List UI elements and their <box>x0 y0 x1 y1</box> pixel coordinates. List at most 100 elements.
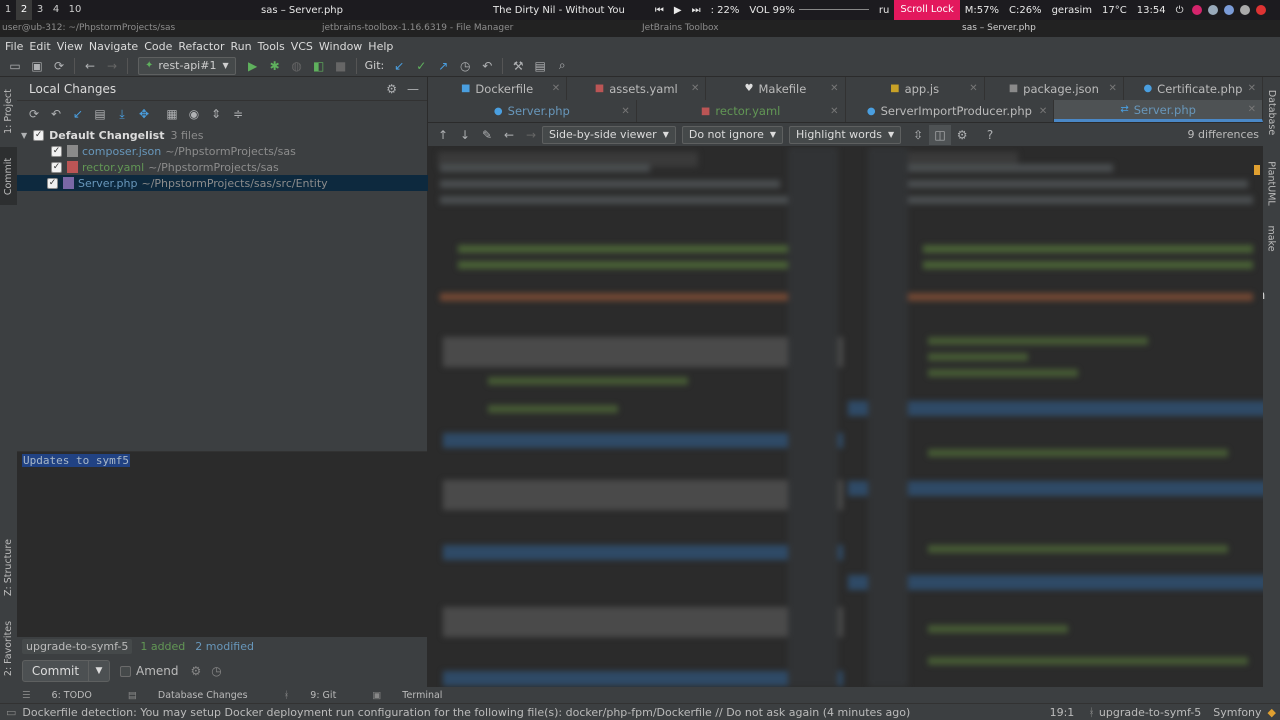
save-icon[interactable]: ▣ <box>26 56 48 76</box>
settings-wrench-icon[interactable]: ⚒ <box>507 56 529 76</box>
git-branch-widget[interactable]: upgrade-to-symf-5 <box>1099 706 1201 719</box>
commit-button-label[interactable]: Commit <box>23 661 89 681</box>
menu-refactor[interactable]: Refactor <box>175 40 227 53</box>
notification-icon[interactable]: ◆ <box>1268 706 1276 719</box>
file-checkbox[interactable]: ✓ <box>51 161 62 173</box>
wm-tab-phpstorm[interactable]: sas – Server.php <box>962 23 1036 33</box>
git-tool-button[interactable]: ᚼ 9: Git <box>284 690 355 701</box>
update-project-icon[interactable]: ↙ <box>67 104 89 124</box>
caret-position[interactable]: 19:1 <box>1050 706 1075 719</box>
sync-icon[interactable]: ⟳ <box>48 56 70 76</box>
git-history-icon[interactable]: ◷ <box>454 56 476 76</box>
git-rollback-icon[interactable]: ↶ <box>476 56 498 76</box>
menu-code[interactable]: Code <box>141 40 175 53</box>
close-icon[interactable]: ✕ <box>552 83 560 94</box>
menu-navigate[interactable]: Navigate <box>86 40 141 53</box>
todo-tool-button[interactable]: ☰ 6: TODO <box>22 690 110 701</box>
event-log-icon[interactable]: ▭ <box>6 706 16 719</box>
ignore-whitespace-dropdown[interactable]: Do not ignore ▼ <box>681 125 783 144</box>
back-icon[interactable]: ← <box>79 56 101 76</box>
git-push-icon[interactable]: ↗ <box>432 56 454 76</box>
chevron-down-icon[interactable]: ▼ <box>89 661 109 681</box>
collapse-unchanged-icon[interactable]: ⇳ <box>907 125 929 145</box>
workspace-3[interactable]: 3 <box>32 0 48 20</box>
gear-icon[interactable]: ⚙ <box>386 82 397 96</box>
workspace-4[interactable]: 4 <box>48 0 64 20</box>
tab-server-php-active[interactable]: ⇄ Server.php ✕ <box>1054 100 1263 122</box>
menu-vcs[interactable]: VCS <box>288 40 316 53</box>
play-icon[interactable]: ▶ <box>669 5 687 16</box>
expand-icon[interactable]: ⇕ <box>205 104 227 124</box>
edit-source-icon[interactable]: ✎ <box>476 125 498 145</box>
structure-tool-button[interactable]: Z: Structure <box>0 532 17 602</box>
menu-window[interactable]: Window <box>316 40 365 53</box>
project-tool-button[interactable]: 1: Project <box>0 81 17 141</box>
database-changes-tool-button[interactable]: ▤ Database Changes <box>128 690 266 701</box>
terminal-tool-button[interactable]: ▣ Terminal <box>372 690 460 701</box>
tray-network-icon[interactable] <box>1207 4 1218 15</box>
commit-button[interactable]: Commit ▼ <box>22 660 110 682</box>
close-icon[interactable]: ✕ <box>621 106 629 117</box>
open-folder-icon[interactable]: ▭ <box>4 56 26 76</box>
commit-message-text[interactable]: Updates to symf5 <box>22 454 130 467</box>
coverage-icon[interactable]: ◍ <box>286 56 308 76</box>
make-tool-button[interactable]: make <box>1263 222 1280 254</box>
project-structure-icon[interactable]: ▤ <box>529 56 551 76</box>
expand-all-icon[interactable]: ✥ <box>133 104 155 124</box>
profile-icon[interactable]: ◧ <box>308 56 330 76</box>
file-row[interactable]: ✓ rector.yaml ~/PhpstormProjects/sas <box>21 159 427 175</box>
compare-next-file-icon[interactable]: → <box>520 125 542 145</box>
workspace-1[interactable]: 1 <box>0 0 16 20</box>
changelist-checkbox[interactable]: ✓ <box>33 129 45 141</box>
tray-alert-icon[interactable] <box>1255 4 1266 15</box>
forward-icon[interactable]: → <box>101 56 123 76</box>
close-icon[interactable]: ✕ <box>1039 106 1047 117</box>
commit-history-icon[interactable]: ◷ <box>211 664 221 678</box>
tray-app-icon[interactable] <box>1191 4 1202 15</box>
search-icon[interactable]: ⌕ <box>551 56 573 76</box>
git-update-icon[interactable]: ↙ <box>388 56 410 76</box>
tab-dockerfile[interactable]: ■ Dockerfile ✕ <box>428 77 568 100</box>
close-icon[interactable]: ✕ <box>830 106 838 117</box>
tab-certificate-php[interactable]: ● Certificate.php ✕ <box>1124 77 1264 100</box>
menu-run[interactable]: Run <box>228 40 255 53</box>
close-icon[interactable]: ✕ <box>830 83 838 94</box>
highlight-mode-dropdown[interactable]: Highlight words ▼ <box>789 125 902 144</box>
next-difference-icon[interactable]: ↓ <box>454 125 476 145</box>
collapse-icon[interactable]: ≑ <box>227 104 249 124</box>
favorites-tool-button[interactable]: 2: Favorites <box>0 612 17 684</box>
file-checkbox[interactable]: ✓ <box>51 145 62 157</box>
tab-makefile[interactable]: ♥ Makefile ✕ <box>706 77 846 100</box>
minimize-icon[interactable]: — <box>407 82 419 96</box>
file-row[interactable]: ✓ composer.json ~/PhpstormProjects/sas <box>21 143 427 159</box>
tab-server-php-diff[interactable]: ● Server.php ✕ <box>428 100 637 122</box>
workspace-10[interactable]: 10 <box>64 0 86 20</box>
compare-previous-file-icon[interactable]: ← <box>498 125 520 145</box>
previous-difference-icon[interactable]: ↑ <box>432 125 454 145</box>
run-configuration-select[interactable]: ✦ rest-api#1 ▼ <box>138 56 236 75</box>
refresh-icon[interactable]: ⟳ <box>23 104 45 124</box>
wm-tab-file-manager[interactable]: jetbrains-toolbox-1.16.6319 - File Manag… <box>322 23 513 33</box>
plantuml-tool-button[interactable]: PlantUML <box>1263 153 1280 213</box>
close-icon[interactable]: ✕ <box>1108 83 1116 94</box>
menu-edit[interactable]: Edit <box>26 40 53 53</box>
amend-checkbox[interactable] <box>120 665 131 677</box>
wm-tab-terminal[interactable]: user@ub-312: ~/PhpstormProjects/sas <box>2 23 175 33</box>
debug-icon[interactable]: ✱ <box>264 56 286 76</box>
commit-tool-button[interactable]: Commit <box>0 147 17 205</box>
diff-settings-gear-icon[interactable]: ⚙ <box>951 125 973 145</box>
commit-message-editor[interactable]: Updates to symf5 <box>17 451 427 637</box>
workspace-2[interactable]: 2 <box>16 0 32 20</box>
tray-settings-icon[interactable] <box>1239 4 1250 15</box>
menu-help[interactable]: Help <box>365 40 396 53</box>
error-stripe-marker[interactable] <box>1254 165 1260 175</box>
menu-file[interactable]: File <box>2 40 26 53</box>
tab-server-import-producer[interactable]: ● ServerImportProducer.php ✕ <box>846 100 1055 122</box>
menu-tools[interactable]: Tools <box>255 40 288 53</box>
download-icon[interactable]: ⤓ <box>111 104 133 124</box>
tab-app-js[interactable]: ■ app.js ✕ <box>846 77 985 100</box>
wm-tab-toolbox[interactable]: JetBrains Toolbox <box>642 23 719 33</box>
prev-track-icon[interactable]: ⏮ <box>650 5 669 16</box>
tray-chrome-icon[interactable] <box>1223 4 1234 15</box>
tab-assets-yaml[interactable]: ■ assets.yaml ✕ <box>567 77 707 100</box>
